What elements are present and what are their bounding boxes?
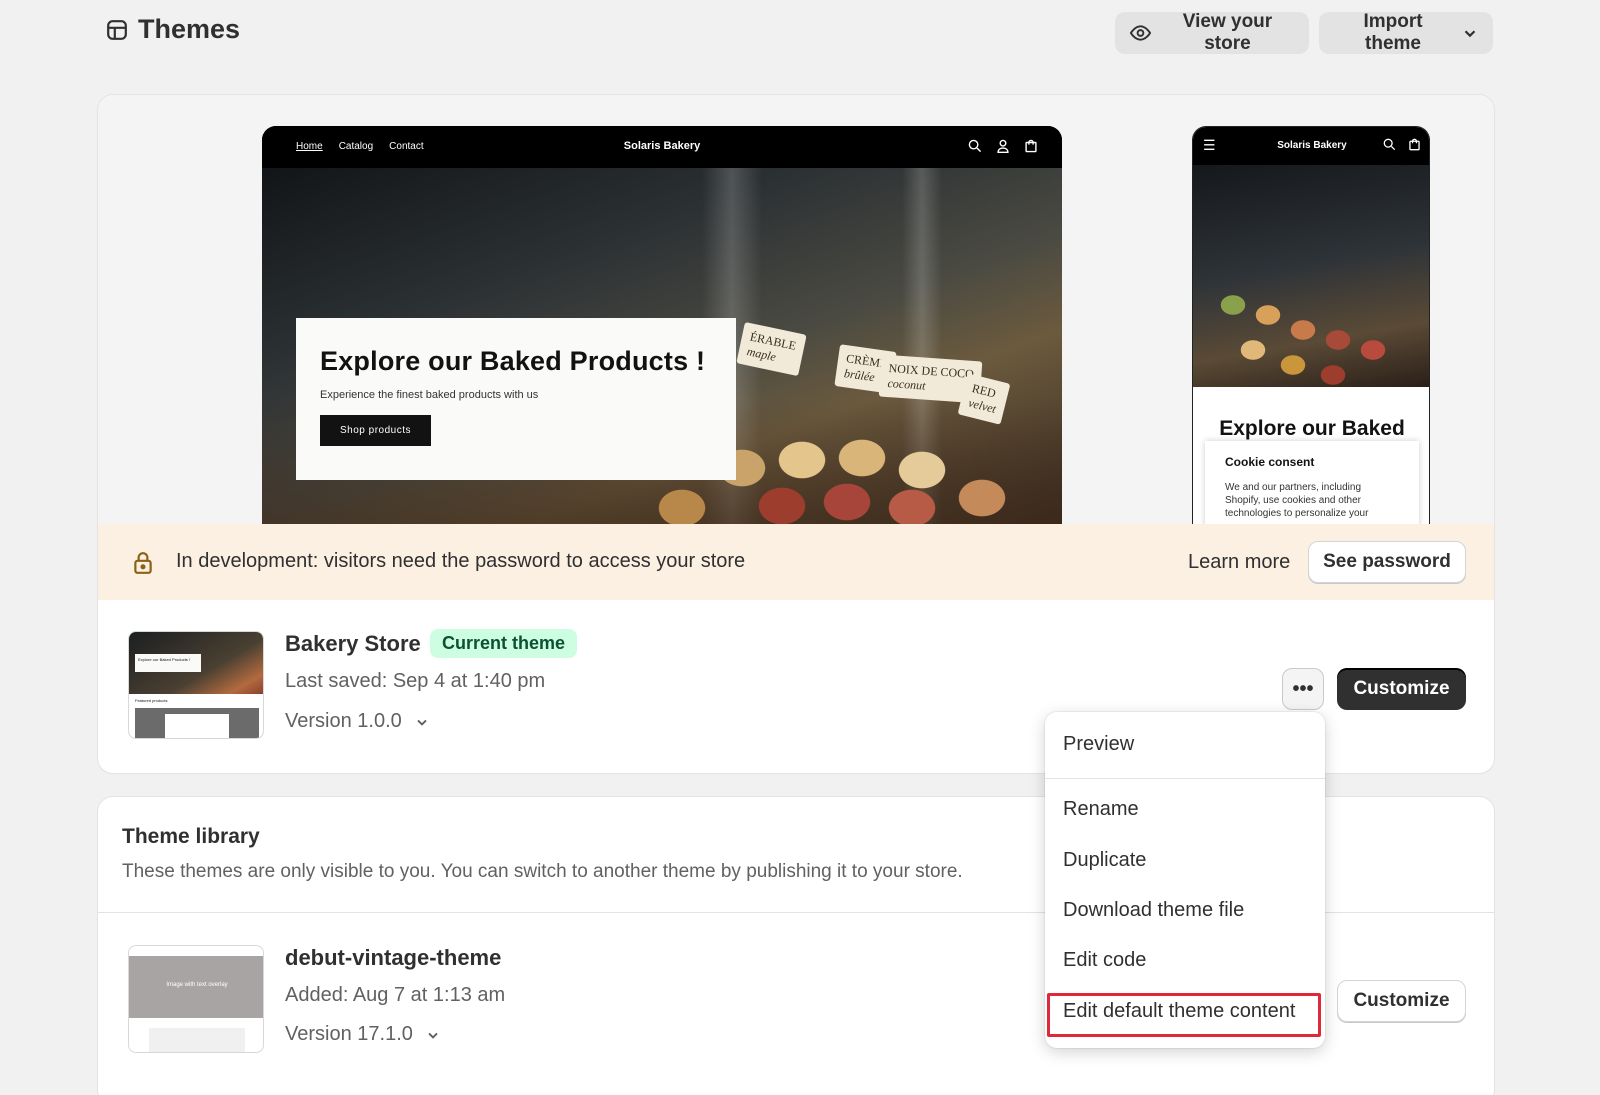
highlight-box: [1047, 993, 1321, 1037]
hero-subtitle: Experience the finest baked products wit…: [320, 389, 539, 401]
current-theme-card: Home Catalog Contact Solaris Bakery ÉRAB…: [97, 94, 1495, 774]
cookie-title: Cookie consent: [1225, 455, 1315, 469]
hero-title: Explore our Baked Products !: [320, 346, 706, 376]
development-message: In development: visitors need the passwo…: [176, 550, 746, 572]
view-store-button[interactable]: View your store: [1115, 11, 1309, 54]
lock-icon: [134, 552, 152, 574]
development-banner: In development: visitors need the passwo…: [98, 524, 1494, 600]
search-icon: [968, 139, 982, 153]
menu-item-preview[interactable]: Preview: [1063, 733, 1134, 756]
mobile-hero-title: Explore our Baked: [1219, 417, 1405, 440]
cart-icon: [1409, 138, 1420, 151]
current-theme-badge: Current theme: [430, 629, 578, 658]
see-password-button[interactable]: See password: [1308, 541, 1466, 583]
menu-item-edit-code[interactable]: Edit code: [1063, 949, 1146, 972]
mobile-nav: ☰ Solaris Bakery: [1193, 127, 1429, 165]
library-customize-button[interactable]: Customize: [1337, 980, 1466, 1022]
cookie-text: We and our partners, including Shopify, …: [1225, 482, 1369, 519]
hero-box: Explore our Baked Products ! Experience …: [296, 318, 736, 480]
search-icon: [1383, 138, 1396, 151]
chevron-down-icon: [428, 1032, 438, 1039]
library-version-dropdown[interactable]: Version 17.1.0: [285, 1023, 441, 1046]
learn-more-link[interactable]: Learn more: [1188, 551, 1290, 574]
page-title: Themes: [106, 14, 240, 45]
theme-library-subtitle: These themes are only visible to you. Yo…: [122, 861, 963, 882]
version-dropdown[interactable]: Version 1.0.0: [285, 710, 430, 733]
mobile-preview[interactable]: ☰ Solaris Bakery Explore our Baked Cooki…: [1192, 126, 1430, 524]
chevron-down-icon: [417, 719, 427, 726]
themes-icon: [107, 19, 127, 40]
preview-brand: Solaris Bakery: [623, 140, 701, 152]
mobile-hero-image: [1193, 165, 1429, 387]
menu-item-duplicate[interactable]: Duplicate: [1063, 849, 1146, 872]
chevron-down-icon: [1464, 30, 1476, 38]
debut-theme-thumbnail: Image with text overlay: [128, 945, 264, 1053]
hero-image: ÉRABLE maple CRÈME brûlée NOIX DE COCO coco…: [262, 168, 1062, 524]
last-saved-text: Last saved: Sep 4 at 1:40 pm: [285, 670, 546, 692]
import-theme-button[interactable]: Import theme: [1319, 11, 1493, 54]
more-actions-button[interactable]: •••: [1282, 668, 1324, 710]
page-title-text: Themes: [138, 14, 241, 44]
eye-icon: [1129, 25, 1152, 41]
top-bar: Themes View your store Import theme: [0, 0, 1600, 66]
library-theme-added: Added: Aug 7 at 1:13 am: [285, 984, 506, 1006]
account-icon: [997, 139, 1009, 153]
cart-icon: [1025, 139, 1037, 153]
desktop-preview[interactable]: Home Catalog Contact Solaris Bakery ÉRAB…: [262, 126, 1062, 524]
theme-name: Bakery Store: [285, 631, 421, 656]
menu-divider: [1045, 778, 1325, 779]
theme-library-title: Theme library: [122, 825, 260, 848]
cookie-consent-popup: Cookie consent We and our partners, incl…: [1205, 441, 1419, 524]
menu-item-rename[interactable]: Rename: [1063, 798, 1139, 821]
library-theme-name: debut-vintage-theme: [285, 945, 502, 970]
customize-button[interactable]: Customize: [1337, 668, 1466, 710]
shop-products-button: Shop products: [320, 415, 431, 446]
menu-item-download-theme-file[interactable]: Download theme file: [1063, 899, 1244, 922]
bakery-theme-thumbnail: Explore our Baked Products ! Featured pr…: [128, 631, 264, 739]
preview-nav: Home Catalog Contact Solaris Bakery: [262, 126, 1062, 168]
theme-preview: Home Catalog Contact Solaris Bakery ÉRAB…: [98, 95, 1494, 524]
